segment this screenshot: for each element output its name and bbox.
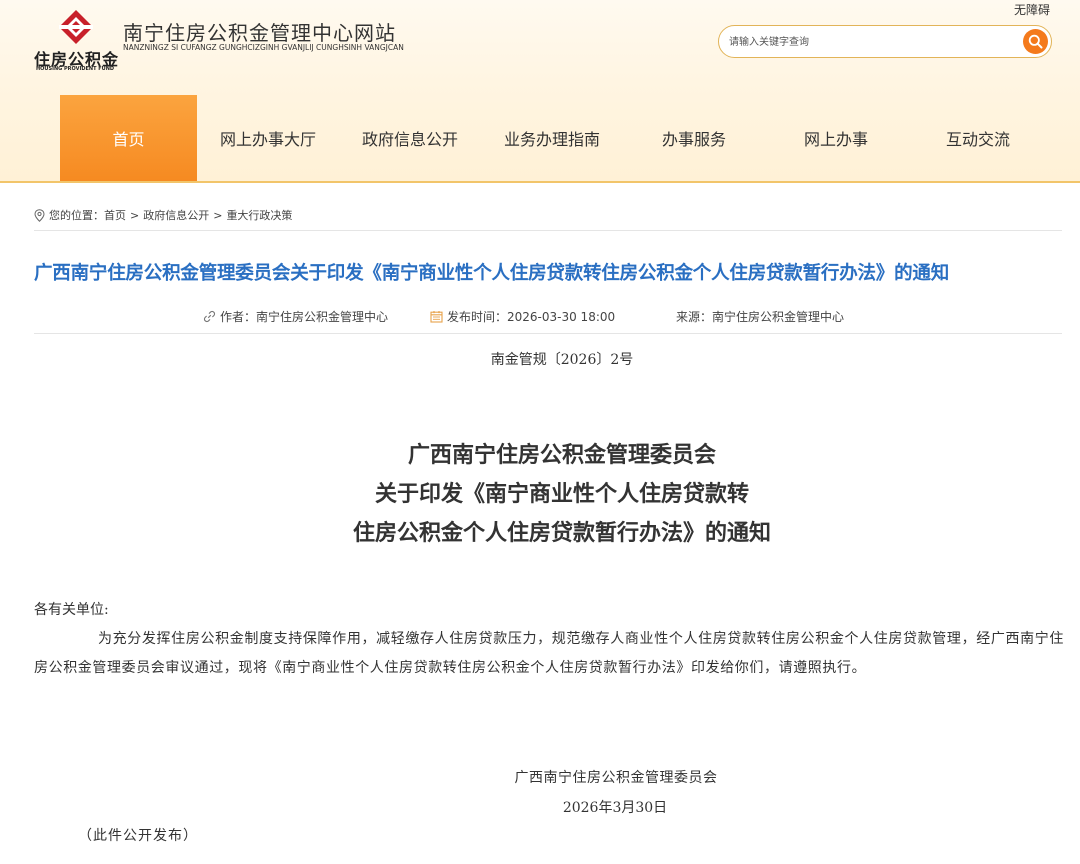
search-bar [718, 25, 1052, 58]
search-button[interactable] [1023, 29, 1048, 54]
heading-line: 住房公积金个人住房贷款暂行办法》的通知 [352, 520, 771, 546]
article-date: 发布时间：2026-03-30 18:00 [430, 308, 615, 325]
heading-line: 广西南宁住房公积金管理委员会 [407, 442, 716, 468]
breadcrumb-separator: > [213, 208, 223, 222]
site-header: 无障碍 住房公积金 HOUSING PROVIDENT FUND 南宁住房公积金… [0, 0, 1080, 183]
breadcrumb-home[interactable]: 首页 [104, 207, 126, 223]
logo-emblem-icon [59, 10, 93, 44]
date-text: 发布时间：2026-03-30 18:00 [447, 310, 616, 324]
article-author: 作者：南宁住房公积金管理中心 [203, 308, 388, 325]
nav-item-home[interactable]: 首页 [60, 95, 197, 181]
accessibility-link[interactable]: 无障碍 [1014, 1, 1050, 18]
calendar-icon [430, 311, 443, 323]
search-input[interactable] [729, 33, 1009, 51]
breadcrumb: 您的位置： 首页 > 政府信息公开 > 重大行政决策 [34, 207, 292, 223]
breadcrumb-separator: > [130, 208, 140, 222]
site-subtitle: NANZNINGZ SI CUFANGZ GUNGHCIZGINH GVANJL… [123, 43, 404, 52]
breadcrumb-prefix: 您的位置： [49, 209, 104, 222]
document-number: 南金管规〔2026〕2号 [490, 352, 634, 368]
nav-item-interaction[interactable]: 互动交流 [907, 95, 1049, 181]
public-release-note: （此件公开发布） [78, 828, 198, 844]
signature: 广西南宁住房公积金管理委员会 [514, 770, 718, 786]
nav-item-online-hall[interactable]: 网上办事大厅 [197, 95, 339, 181]
nav-item-gov-info[interactable]: 政府信息公开 [339, 95, 481, 181]
main-nav: 首页 网上办事大厅 政府信息公开 业务办理指南 办事服务 网上办事 互动交流 [60, 95, 1052, 181]
document-heading: 广西南宁住房公积金管理委员会 关于印发《南宁商业性个人住房贷款转 住房公积金个人… [0, 436, 1080, 553]
search-icon [1028, 34, 1043, 49]
breadcrumb-gov-info[interactable]: 政府信息公开 [143, 207, 209, 223]
source-text: 来源：南宁住房公积金管理中心 [676, 310, 845, 324]
body-paragraph: 为充分发挥住房公积金制度支持保障作用，减轻缴存人住房贷款压力，规范缴存人商业性个… [34, 631, 1064, 676]
article-title: 广西南宁住房公积金管理委员会关于印发《南宁商业性个人住房贷款转住房公积金个人住房… [34, 263, 950, 284]
breadcrumb-current[interactable]: 重大行政决策 [226, 207, 292, 223]
salutation: 各有关单位: [34, 602, 109, 618]
nav-item-services[interactable]: 办事服务 [623, 95, 765, 181]
link-icon [203, 310, 216, 323]
heading-line: 关于印发《南宁商业性个人住房贷款转 [374, 481, 749, 507]
divider [34, 230, 1062, 231]
article-source: 来源：南宁住房公积金管理中心 [676, 308, 844, 325]
author-text: 作者：南宁住房公积金管理中心 [220, 310, 389, 324]
site-logo[interactable]: 住房公积金 HOUSING PROVIDENT FUND [34, 8, 120, 72]
site-title: 南宁住房公积金管理中心网站 [123, 21, 396, 45]
nav-item-business-guide[interactable]: 业务办理指南 [481, 95, 623, 181]
location-pin-icon [34, 208, 45, 222]
logo-english-text: HOUSING PROVIDENT FUND [36, 66, 115, 72]
divider [34, 333, 1062, 334]
signature-date: 2026年3月30日 [562, 800, 668, 816]
nav-item-online-business[interactable]: 网上办事 [765, 95, 907, 181]
